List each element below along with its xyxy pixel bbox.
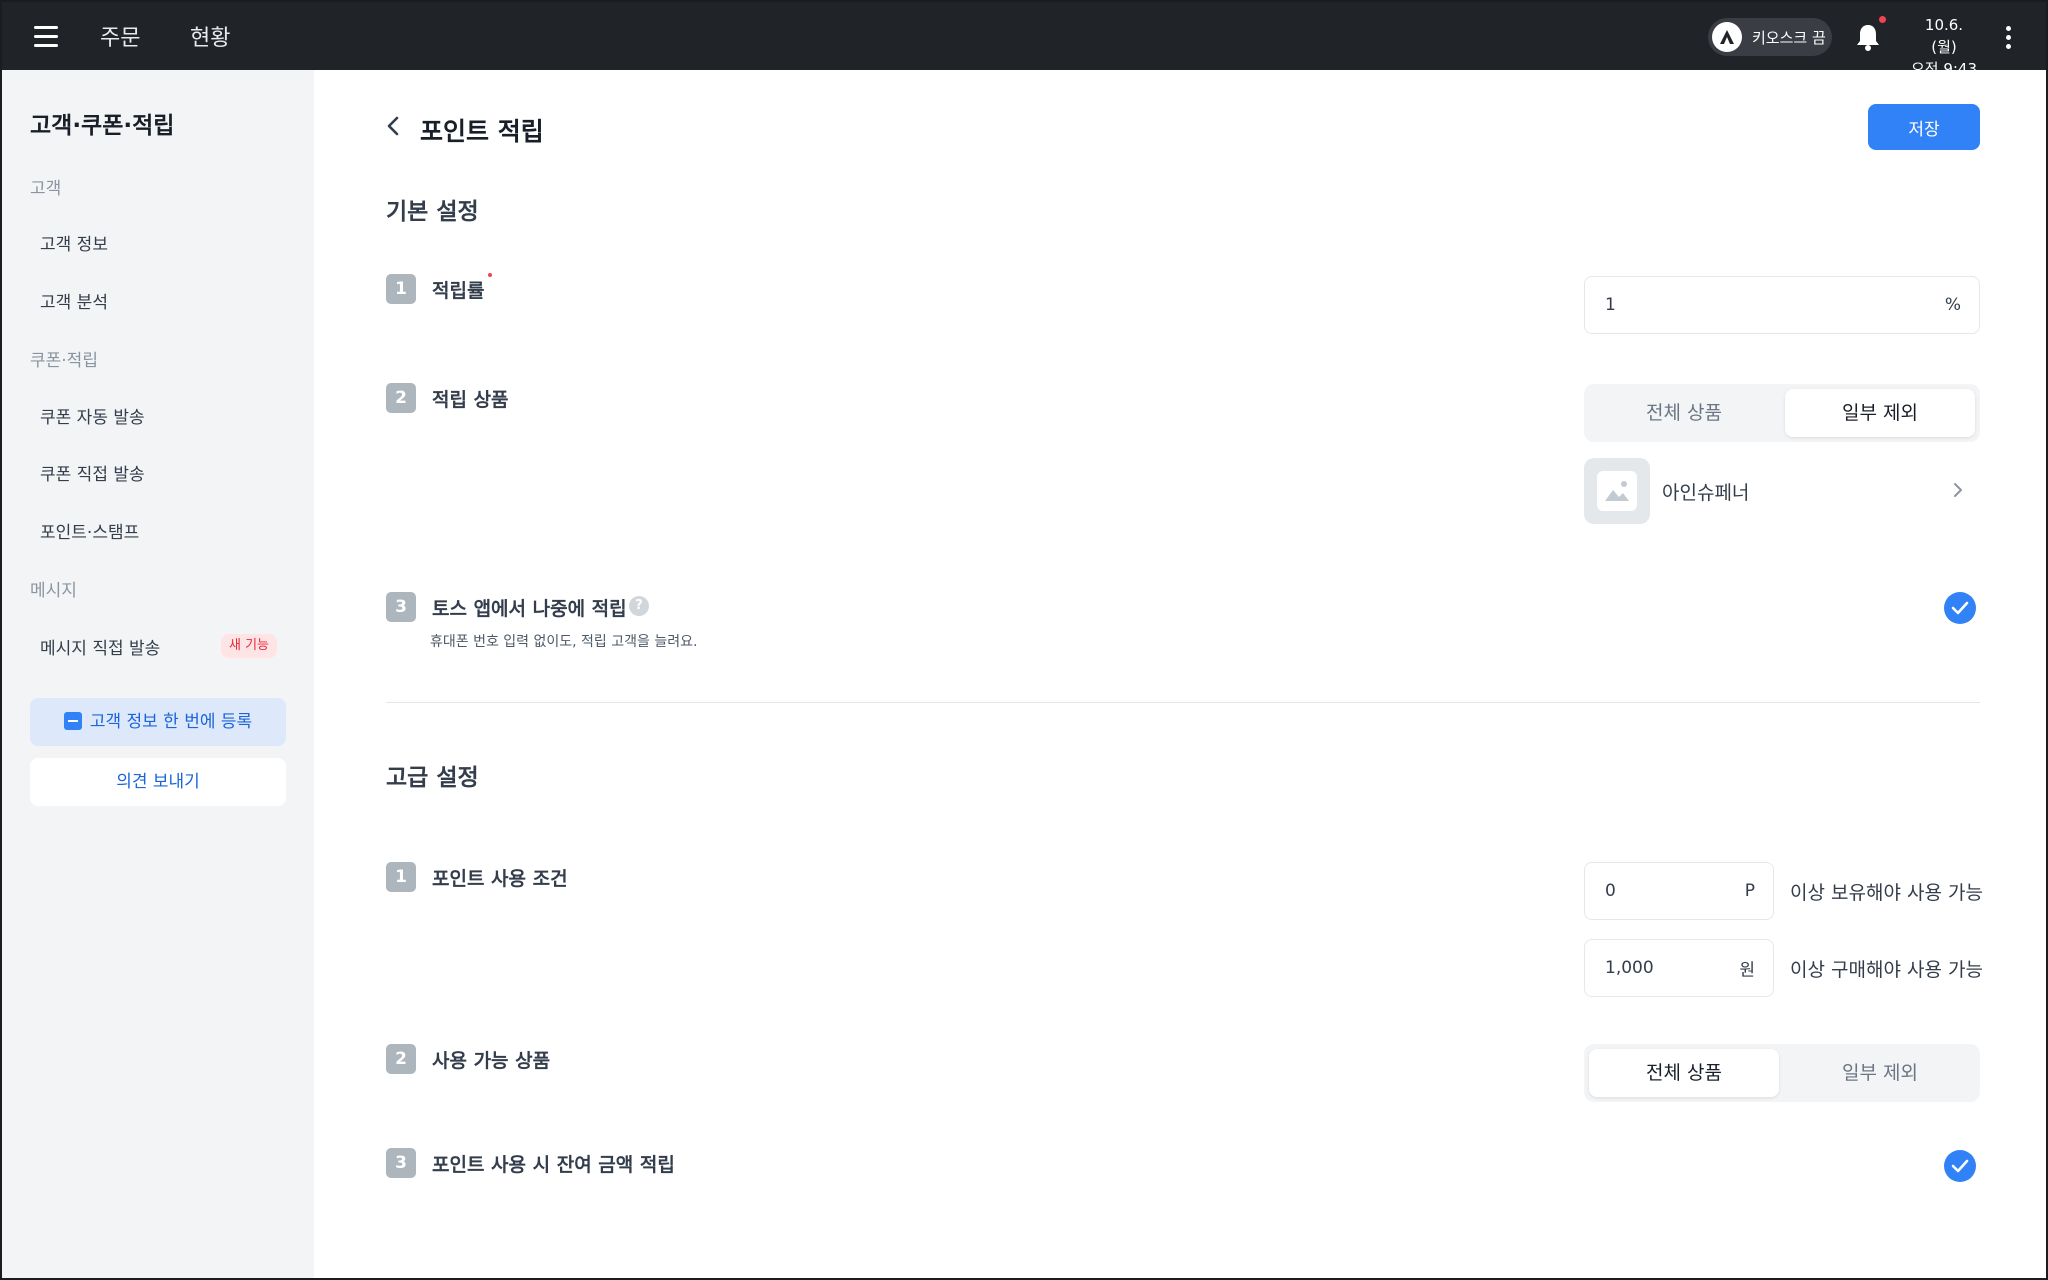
bell-icon[interactable]	[1854, 16, 1886, 52]
kiosk-logo-icon	[1712, 22, 1742, 52]
product-scope-all[interactable]: 전체 상품	[1589, 389, 1779, 437]
sidebar-item-customer-analysis[interactable]: 고객 분석	[40, 288, 108, 313]
step-number: 3	[386, 592, 416, 622]
help-icon[interactable]: ?	[629, 596, 649, 616]
usable-scope-toggle: 전체 상품 일부 제외	[1584, 1044, 1980, 1102]
later-accrual-label: 토스 앱에서 나중에 적립	[432, 598, 627, 620]
register-customers-button[interactable]: 고객 정보 한 번에 등록	[30, 698, 286, 746]
sidebar-section-message: 메시지	[30, 581, 77, 601]
product-scope-exclude[interactable]: 일부 제외	[1785, 389, 1975, 437]
min-purchase-text: 이상 구매해야 사용 가능	[1790, 959, 1983, 981]
remainder-accrual-label: 포인트 사용 시 잔여 금액 적립	[432, 1154, 675, 1176]
sidebar-title: 고객·쿠폰·적립	[30, 113, 175, 139]
main-content: 포인트 적립 저장 기본 설정 1 적립률 % 2 적립 상품 전체 상품 일부…	[314, 70, 2046, 1278]
save-button[interactable]: 저장	[1868, 104, 1980, 150]
kebab-icon[interactable]	[2006, 26, 2012, 49]
step-number: 2	[386, 1044, 416, 1074]
usable-scope-all[interactable]: 전체 상품	[1589, 1049, 1779, 1097]
menu-icon[interactable]	[34, 26, 58, 47]
usable-scope-exclude[interactable]: 일부 제외	[1785, 1049, 1975, 1097]
remainder-accrual-checkbox[interactable]	[1944, 1150, 1976, 1182]
document-icon	[63, 712, 82, 730]
excluded-product-row[interactable]: 아인슈페너	[1584, 458, 1980, 524]
excluded-product-name: 아인슈페너	[1662, 482, 1750, 504]
min-purchase-box: 원	[1584, 939, 1774, 997]
notification-dot	[1879, 16, 1886, 23]
top-bar: 주문 현황 키오스크 끔 10.6. (월) 오전 9:43	[2, 2, 2046, 78]
product-label: 적립 상품	[432, 389, 509, 411]
check-icon	[1951, 601, 1969, 615]
sidebar-section-coupon: 쿠폰·적립	[30, 351, 98, 371]
rate-input-box: %	[1584, 276, 1980, 334]
required-dot	[488, 273, 492, 277]
kiosk-label: 키오스크 끔	[1752, 29, 1826, 47]
min-points-text: 이상 보유해야 사용 가능	[1790, 882, 1983, 904]
min-points-box: P	[1584, 862, 1774, 920]
sidebar-item-point-stamp[interactable]: 포인트·스탬프	[40, 518, 139, 543]
product-thumbnail	[1584, 458, 1650, 524]
chevron-right-icon	[1948, 480, 1968, 500]
date-text: 10.6. (월)	[1924, 16, 1964, 56]
later-accrual-desc: 휴대폰 번호 입력 없이도, 적립 고객을 늘려요.	[430, 634, 698, 650]
rate-label: 적립률	[432, 280, 485, 302]
sidebar: 고객·쿠폰·적립 고객 고객 정보 고객 분석 쿠폰·적립 쿠폰 자동 발송 쿠…	[2, 70, 314, 1278]
later-accrual-checkbox[interactable]	[1944, 592, 1976, 624]
step-number: 1	[386, 862, 416, 892]
rate-input[interactable]	[1605, 277, 1824, 333]
product-scope-toggle: 전체 상품 일부 제외	[1584, 384, 1980, 442]
sidebar-section-customer: 고객	[30, 179, 62, 199]
advanced-settings-title: 고급 설정	[386, 765, 479, 791]
usage-condition-label: 포인트 사용 조건	[432, 868, 568, 890]
back-icon[interactable]	[382, 114, 406, 138]
sidebar-item-coupon-direct[interactable]: 쿠폰 직접 발송	[40, 460, 145, 485]
page-title: 포인트 적립	[420, 117, 544, 146]
step-number: 3	[386, 1148, 416, 1178]
min-points-unit: P	[1744, 881, 1755, 901]
usable-products-label: 사용 가능 상품	[432, 1050, 551, 1072]
register-customers-label: 고객 정보 한 번에 등록	[89, 712, 253, 732]
sidebar-item-coupon-auto[interactable]: 쿠폰 자동 발송	[40, 403, 145, 428]
sidebar-item-customer-info[interactable]: 고객 정보	[40, 230, 108, 255]
nav-orders[interactable]: 주문	[100, 20, 140, 52]
rate-unit: %	[1944, 295, 1961, 315]
basic-settings-title: 기본 설정	[386, 199, 479, 225]
nav-status[interactable]: 현황	[190, 20, 230, 52]
step-number: 1	[386, 274, 416, 304]
check-icon	[1951, 1159, 1969, 1173]
app-window: 주문 현황 키오스크 끔 10.6. (월) 오전 9:43 고객·쿠폰·적립 …	[0, 0, 2048, 1280]
sidebar-item-message-direct[interactable]: 메시지 직접 발송	[40, 634, 160, 659]
section-divider	[386, 702, 1980, 703]
min-purchase-unit: 원	[1739, 960, 1755, 981]
new-feature-badge: 새 기능	[221, 634, 278, 658]
step-number: 2	[386, 383, 416, 413]
kiosk-toggle[interactable]: 키오스크 끔	[1708, 18, 1832, 56]
min-points-input[interactable]	[1605, 863, 1725, 919]
image-icon	[1597, 471, 1637, 511]
min-purchase-input[interactable]	[1605, 940, 1725, 996]
feedback-button[interactable]: 의견 보내기	[30, 758, 286, 806]
